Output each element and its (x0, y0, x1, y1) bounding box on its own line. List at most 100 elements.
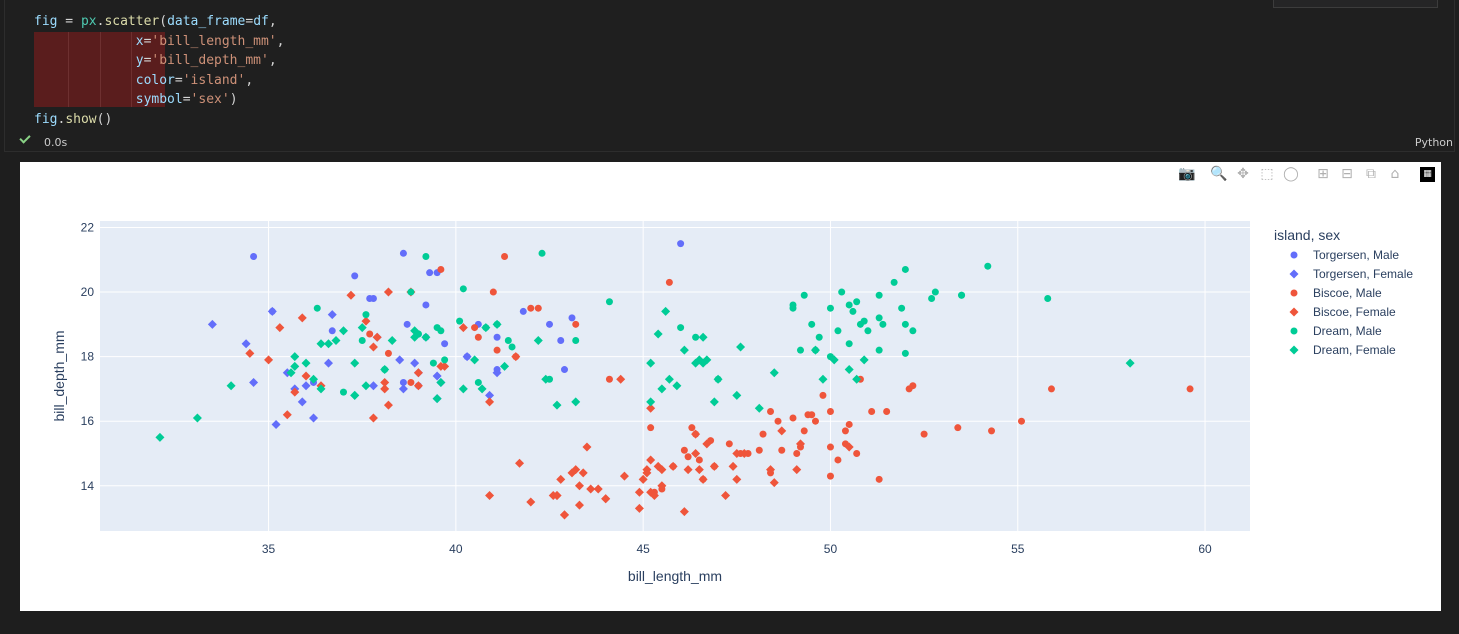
pan-icon[interactable]: ✥ (1234, 165, 1252, 183)
data-point (849, 307, 857, 315)
lasso-icon[interactable]: ◯ (1282, 165, 1300, 183)
data-point (527, 304, 535, 312)
language-indicator[interactable]: Python (1415, 136, 1453, 149)
data-point (695, 456, 703, 464)
data-point (804, 411, 812, 419)
data-point (474, 378, 482, 386)
legend-marker (1289, 345, 1299, 355)
code-token: df (253, 14, 269, 29)
y-tick-label: 22 (81, 220, 95, 234)
code-token: ( (159, 14, 168, 29)
data-point (680, 446, 688, 454)
data-point (384, 349, 392, 357)
zoom-in-icon[interactable]: ⊞ (1314, 165, 1332, 183)
legend-item-label: Torgersen, Male (1313, 248, 1399, 262)
data-point (426, 269, 434, 277)
data-point (407, 288, 415, 296)
data-point (508, 343, 516, 351)
legend-item-label: Biscoe, Male (1313, 286, 1382, 300)
data-point (853, 298, 861, 306)
plot-output: 35 40 45 50 55 60 14 16 18 20 22 bill_length_mm bill… (20, 162, 1441, 611)
data-point (459, 285, 467, 293)
code-line: symbol='sex') (34, 90, 284, 110)
zoom-out-icon[interactable]: ⊟ (1338, 165, 1356, 183)
data-point (328, 327, 336, 335)
data-point (403, 320, 411, 328)
data-point (422, 253, 430, 261)
code-token: px (80, 14, 97, 29)
data-point (920, 430, 928, 438)
x-tick-label: 55 (1011, 542, 1025, 556)
data-point (789, 301, 797, 309)
data-point (362, 311, 370, 319)
data-point (890, 278, 898, 286)
data-point (834, 456, 842, 464)
data-point (800, 291, 808, 299)
data-point (1044, 295, 1052, 302)
camera-icon[interactable]: 📷 (1178, 165, 1196, 183)
y-tick-label: 20 (81, 285, 95, 299)
legend-item-label: Dream, Female (1313, 343, 1396, 357)
data-point (958, 291, 966, 299)
data-point (493, 333, 501, 341)
data-point (826, 304, 834, 312)
code-token: = (245, 14, 254, 29)
code-line: x='bill_length_mm', (34, 32, 285, 52)
code-token: 'bill_depth_mm' (151, 53, 269, 68)
data-point (845, 420, 853, 428)
data-point (250, 253, 258, 261)
data-point (901, 265, 909, 273)
data-point (1047, 385, 1055, 393)
zoom-icon[interactable]: 🔍 (1210, 165, 1228, 183)
data-point (845, 301, 853, 309)
data-point (834, 327, 842, 335)
data-point (557, 336, 565, 344)
data-point (864, 327, 872, 335)
legend-item-label: Dream, Male (1313, 324, 1382, 338)
data-point (568, 314, 576, 322)
data-point (1017, 417, 1025, 425)
data-point (358, 336, 366, 344)
legend-marker (1290, 289, 1298, 297)
data-point (879, 320, 887, 328)
scatter-chart[interactable]: 35 40 45 50 55 60 14 16 18 20 22 bill_length_mm bill… (20, 162, 1441, 611)
data-point (572, 320, 580, 328)
legend-marker (1289, 269, 1299, 279)
data-point (815, 333, 823, 341)
data-point (605, 375, 613, 383)
legend-marker (1290, 327, 1298, 335)
data-point (845, 340, 853, 348)
data-point (647, 424, 655, 432)
box-select-icon[interactable]: ⬚ (1258, 165, 1276, 183)
data-point (931, 288, 939, 296)
code-line: fig = px.scatter(data_frame=df, (34, 12, 284, 32)
data-point (778, 446, 786, 454)
data-point (901, 320, 909, 328)
data-point (546, 320, 554, 328)
data-point (441, 356, 449, 364)
data-point (407, 378, 415, 386)
data-point (605, 298, 613, 306)
data-point (366, 295, 374, 302)
data-point (684, 453, 692, 461)
data-point (811, 417, 819, 425)
code-token: show (65, 111, 97, 127)
reset-axes-icon[interactable]: ⌂ (1386, 165, 1404, 183)
autoscale-icon[interactable]: ⧉ (1362, 165, 1380, 183)
data-point (489, 288, 497, 296)
code-line: color='island', (34, 71, 284, 91)
plotly-logo-icon[interactable]: ▦ (1420, 167, 1435, 182)
data-point (471, 324, 479, 332)
data-point (572, 336, 580, 344)
data-point (429, 359, 437, 367)
cell-toolbar[interactable] (1273, 0, 1438, 8)
code-token: 'island' (182, 72, 246, 88)
code-token: scatter (104, 14, 160, 29)
code-editor[interactable]: fig = px.scatter(data_frame=df, x='bill_… (34, 12, 284, 129)
data-point (692, 333, 700, 341)
code-line: y='bill_depth_mm', (34, 51, 284, 71)
code-token: = (57, 14, 81, 29)
data-point (883, 408, 891, 416)
